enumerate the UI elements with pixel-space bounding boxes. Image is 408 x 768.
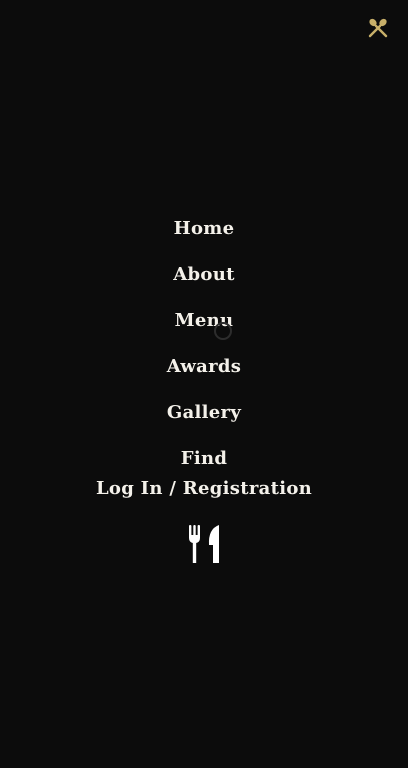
loading-spinner [214, 322, 232, 340]
nav-item-menu[interactable]: Menu [0, 308, 408, 354]
nav-item-login-registration[interactable]: Log In / Registration [0, 476, 408, 522]
nav-item-awards[interactable]: Awards [0, 354, 408, 400]
nav-item-home[interactable]: Home [0, 216, 408, 262]
nav-item-about[interactable]: About [0, 262, 408, 308]
fork-knife-icon [188, 525, 222, 563]
main-navigation: Home About Menu Awards Gallery Find Log … [0, 216, 408, 522]
nav-item-gallery[interactable]: Gallery [0, 400, 408, 446]
close-cutlery-icon [368, 18, 388, 38]
close-menu-button[interactable] [366, 16, 390, 40]
nav-item-find[interactable]: Find [0, 446, 408, 476]
